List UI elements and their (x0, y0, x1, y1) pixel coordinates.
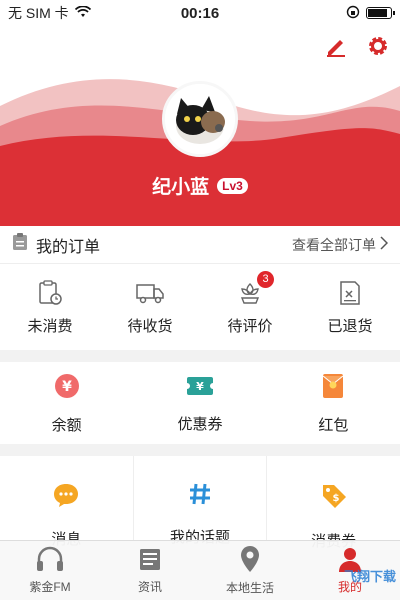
tab-local-life[interactable]: 本地生活 (200, 541, 300, 600)
newspaper-icon (137, 546, 163, 575)
review-count-badge: 3 (257, 270, 274, 288)
order-to-review-label: 待评价 (227, 317, 273, 335)
order-to-receive-label: 待收货 (127, 317, 173, 335)
hashtag-icon (188, 482, 212, 510)
messages-item[interactable]: 消息 (0, 456, 134, 548)
chevron-right-icon (380, 236, 389, 253)
wifi-icon (74, 5, 91, 21)
carrier-label: 无 SIM 卡 (8, 5, 69, 21)
watermark-logo: 飞翔下载 (343, 569, 396, 584)
settings-gear-icon[interactable] (366, 34, 390, 58)
username[interactable]: 纪小蓝 (152, 172, 209, 199)
order-unconsumed[interactable]: 未消费 (0, 264, 100, 350)
flower-icon: 3 (236, 270, 274, 307)
vouchers-item[interactable]: $ 消费券 (267, 456, 400, 550)
tab-local-life-label: 本地生活 (225, 581, 274, 595)
chat-bubble-icon (52, 482, 80, 512)
orders-title: 我的订单 (36, 238, 101, 256)
red-envelope-label: 红包 (318, 416, 349, 434)
coupon-ticket-icon: ¥ (183, 373, 216, 403)
tab-news-label: 资讯 (137, 580, 162, 594)
tab-news[interactable]: 资讯 (100, 541, 200, 600)
clipboard-clock-icon (36, 279, 64, 307)
order-to-receive[interactable]: 待收货 (100, 264, 200, 350)
price-tag-icon: $ (320, 482, 348, 514)
svg-text:¥: ¥ (62, 379, 72, 395)
balance-item[interactable]: ¥ 余额 (0, 362, 133, 444)
wallet-section: ¥ 余额 ¥ 优惠券 红包 (0, 362, 400, 444)
coupon-item[interactable]: ¥ 优惠券 (133, 362, 266, 444)
tab-fm[interactable]: 紫金FM (0, 541, 100, 600)
view-all-orders-link[interactable]: 查看全部订单 (292, 235, 389, 255)
view-all-orders-label: 查看全部订单 (292, 236, 376, 253)
order-unconsumed-label: 未消费 (27, 317, 73, 335)
clipboard-icon (12, 233, 28, 256)
cat-avatar-image (165, 84, 235, 154)
services-section: 消息 我的话题 $ 消费券 (0, 456, 400, 550)
order-returned-label: 已退货 (327, 317, 373, 335)
orders-section: 我的订单 查看全部订单 未消费 待收货 3 待评价 已退货 (0, 226, 400, 350)
headphones-icon (35, 546, 65, 575)
my-topics-item[interactable]: 我的话题 (134, 456, 268, 546)
profile-header: 纪小蓝 Lv3 (0, 26, 400, 226)
orientation-lock-icon (346, 5, 360, 22)
status-bar: 无 SIM 卡 00:16 (0, 0, 400, 26)
orders-header[interactable]: 我的订单 查看全部订单 (0, 226, 400, 264)
truck-icon (136, 279, 164, 307)
svg-text:¥: ¥ (196, 380, 204, 393)
location-pin-icon (239, 545, 261, 576)
battery-icon (366, 7, 395, 19)
svg-text:$: $ (332, 493, 339, 504)
red-envelope-item[interactable]: 红包 (267, 362, 400, 444)
coupon-label: 优惠券 (177, 415, 223, 433)
order-to-review[interactable]: 3 待评价 (200, 264, 300, 350)
level-badge: Lv3 (217, 177, 248, 194)
return-doc-icon (336, 279, 364, 307)
avatar[interactable] (162, 81, 238, 157)
edit-icon[interactable] (324, 34, 348, 58)
yen-coin-icon: ¥ (53, 372, 81, 404)
balance-label: 余额 (51, 416, 82, 434)
red-envelope-icon (321, 372, 345, 404)
tab-fm-label: 紫金FM (29, 580, 71, 594)
order-returned[interactable]: 已退货 (300, 264, 400, 350)
bottom-tab-bar: 紫金FM 资讯 本地生活 我的 (0, 540, 400, 600)
